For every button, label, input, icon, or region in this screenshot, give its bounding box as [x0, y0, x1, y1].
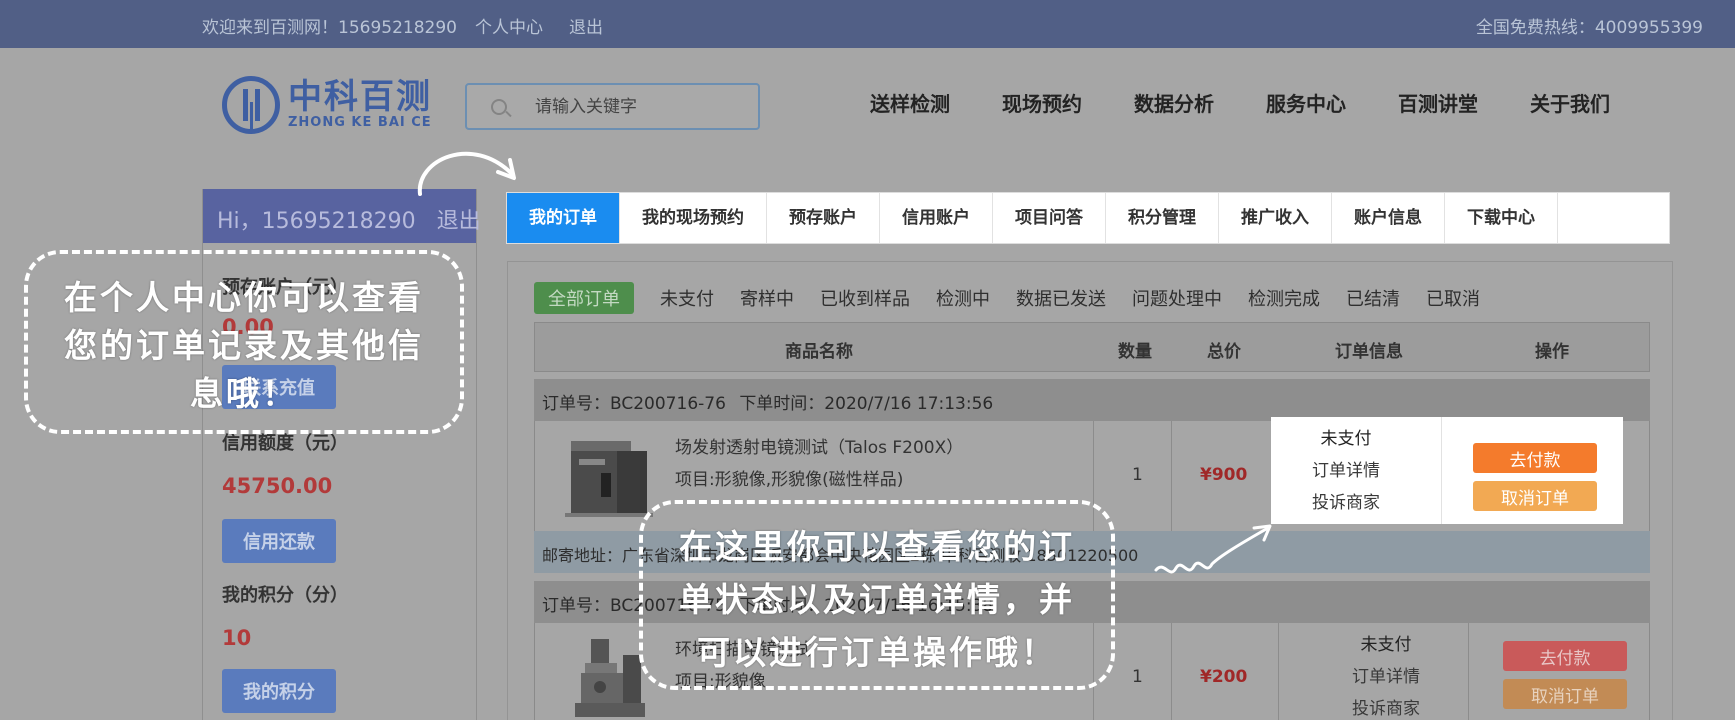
pay-button[interactable]: 去付款	[1503, 641, 1627, 671]
order-price: ¥900	[1200, 465, 1248, 485]
order-detail-link[interactable]: 订单详情	[1271, 455, 1421, 487]
filter-data-sent[interactable]: 数据已发送	[1016, 285, 1106, 311]
header-action: 操作	[1535, 342, 1569, 362]
credit-value: 45750.00	[222, 474, 333, 498]
logo-en: ZHONG KE BAI CE	[288, 115, 432, 130]
callout-line: 息哦！	[190, 374, 298, 413]
points-label: 我的积分（分）	[222, 585, 348, 606]
tem-microscope-image[interactable]	[565, 433, 653, 519]
top-bar-left: 欢迎来到百测网！15695218290 个人中心 退出	[202, 13, 603, 38]
nav-lecture-hall[interactable]: 百测讲堂	[1398, 88, 1478, 117]
column-divider	[1278, 623, 1279, 720]
hotline-text: 全国免费热线：4009955399	[1475, 18, 1703, 38]
tutorial-callout-user-center: 在个人中心你可以查看 您的订单记录及其他信 息哦！	[24, 250, 464, 434]
callout-line: 可以进行订单操作哦！	[697, 633, 1057, 672]
order-actions: 去付款 取消订单	[1473, 443, 1597, 519]
callout-line: 您的订单记录及其他信	[64, 326, 424, 365]
top-logout-link[interactable]: 退出	[569, 13, 603, 38]
order-status: 未支付	[1360, 635, 1412, 655]
highlighted-order-actions: 未支付 订单详情 投诉商家 去付款 取消订单	[1271, 417, 1623, 524]
points-value: 10	[222, 626, 252, 650]
order-info: 未支付 订单详情 投诉商家	[1311, 629, 1461, 720]
logo-cn: 中科百测	[288, 77, 432, 117]
logo-text: 中科百测 ZHONG KE BAI CE	[288, 79, 432, 131]
filter-issue-processing[interactable]: 问题处理中	[1132, 285, 1222, 311]
order-info: 未支付 订单详情 投诉商家	[1271, 423, 1421, 519]
search-input[interactable]	[535, 95, 745, 119]
column-divider	[1171, 623, 1172, 720]
tab-credit-account[interactable]: 信用账户	[880, 193, 993, 243]
cancel-order-button[interactable]: 取消订单	[1473, 481, 1597, 511]
logo[interactable]: 中科百测 ZHONG KE BAI CE	[222, 76, 432, 134]
filter-testing[interactable]: 检测中	[936, 285, 990, 311]
header-product: 商品名称	[785, 342, 853, 362]
greeting-text: Hi，15695218290	[217, 209, 416, 234]
order-number: 订单号：BC200716-76	[542, 394, 726, 414]
tab-promotion-income[interactable]: 推广收入	[1219, 193, 1332, 243]
user-center-link[interactable]: 个人中心	[475, 13, 543, 38]
header-qty: 数量	[1118, 342, 1152, 362]
sidebar-logout-link[interactable]: 退出	[437, 209, 481, 234]
column-divider	[1468, 623, 1469, 720]
nav-about-us[interactable]: 关于我们	[1530, 88, 1610, 117]
complain-link[interactable]: 投诉商家	[1271, 487, 1421, 519]
column-divider	[1441, 417, 1442, 524]
order-qty: 1	[1132, 667, 1143, 687]
product-name[interactable]: 场发射透射电镜测试（Talos F200X）	[675, 433, 963, 458]
curved-arrow-icon	[417, 151, 516, 196]
callout-line: 在这里你可以查看您的订	[679, 527, 1075, 566]
order-status: 未支付	[1320, 429, 1372, 449]
callout-line: 在个人中心你可以查看	[64, 278, 424, 317]
welcome-text: 欢迎来到百测网！15695218290	[202, 18, 457, 38]
my-points-button[interactable]: 我的积分	[222, 669, 336, 713]
search-box[interactable]	[465, 83, 760, 130]
pay-button[interactable]: 去付款	[1473, 443, 1597, 473]
complain-link[interactable]: 投诉商家	[1311, 693, 1461, 720]
filter-settled[interactable]: 已结清	[1346, 285, 1400, 311]
order-filters: 全部订单 未支付 寄样中 已收到样品 检测中 数据已发送 问题处理中 检测完成 …	[534, 282, 1480, 314]
header-order-info: 订单信息	[1335, 342, 1403, 362]
account-tabs: 我的订单 我的现场预约 预存账户 信用账户 项目问答 积分管理 推广收入 账户信…	[506, 192, 1670, 244]
nav-sample-testing[interactable]: 送样检测	[870, 88, 950, 117]
order-detail-link[interactable]: 订单详情	[1311, 661, 1461, 693]
tutorial-callout-order-status: 在这里你可以查看您的订 单状态以及订单详情，并 可以进行订单操作哦！	[639, 500, 1115, 690]
order-time: 下单时间：2020/7/16 17:13:56	[739, 394, 994, 414]
tab-points-management[interactable]: 积分管理	[1106, 193, 1219, 243]
column-divider	[1171, 421, 1172, 531]
filter-cancelled[interactable]: 已取消	[1426, 285, 1480, 311]
filter-unpaid[interactable]: 未支付	[660, 285, 714, 311]
logo-icon	[222, 76, 280, 134]
credit-repay-button[interactable]: 信用还款	[222, 519, 336, 563]
order-actions: 去付款 取消订单	[1503, 641, 1627, 717]
tab-account-info[interactable]: 账户信息	[1332, 193, 1445, 243]
nav-onsite-booking[interactable]: 现场预约	[1002, 88, 1082, 117]
nav-service-center[interactable]: 服务中心	[1266, 88, 1346, 117]
order-price: ¥200	[1200, 667, 1248, 687]
filter-all-orders[interactable]: 全部订单	[534, 282, 634, 314]
search-icon	[491, 99, 507, 115]
filter-sending-sample[interactable]: 寄样中	[740, 285, 794, 311]
top-bar: 欢迎来到百测网！15695218290 个人中心 退出 全国免费热线：40099…	[0, 0, 1735, 48]
nav-data-analysis[interactable]: 数据分析	[1134, 88, 1214, 117]
order-header: 订单号：BC200716-76 下单时间：2020/7/16 17:13:56	[534, 379, 1650, 421]
callout-line: 单状态以及订单详情，并	[679, 580, 1075, 619]
tab-project-qa[interactable]: 项目问答	[993, 193, 1106, 243]
filter-test-complete[interactable]: 检测完成	[1248, 285, 1320, 311]
table-header: 商品名称 数量 总价 订单信息 操作	[534, 322, 1650, 372]
filter-sample-received[interactable]: 已收到样品	[820, 285, 910, 311]
tab-prepay-account[interactable]: 预存账户	[767, 193, 880, 243]
squiggle-arrow-icon	[1154, 524, 1272, 574]
tab-onsite-booking[interactable]: 我的现场预约	[620, 193, 767, 243]
header-total: 总价	[1207, 342, 1241, 362]
order-qty: 1	[1132, 465, 1143, 485]
tab-download-center[interactable]: 下载中心	[1445, 193, 1558, 243]
product-project: 项目:形貌像,形貌像(磁性样品)	[675, 470, 904, 490]
tab-my-orders[interactable]: 我的订单	[507, 193, 620, 243]
cancel-order-button[interactable]: 取消订单	[1503, 679, 1627, 709]
main-nav: 送样检测 现场预约 数据分析 服务中心 百测讲堂 关于我们	[870, 88, 1610, 117]
